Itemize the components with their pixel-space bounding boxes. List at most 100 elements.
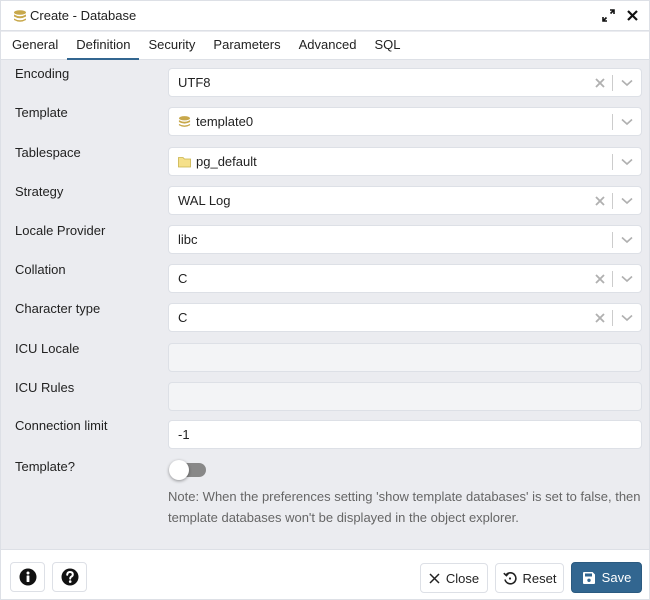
icu-rules-label: ICU Rules (15, 380, 75, 395)
encoding-label: Encoding (15, 66, 70, 81)
save-button[interactable]: Save (571, 562, 642, 593)
close-button-label: Close (445, 570, 480, 586)
template-label: Template (15, 105, 68, 120)
reset-button[interactable]: Reset (495, 563, 564, 593)
help-button[interactable] (52, 562, 87, 592)
tablespace-value: pg_default (196, 154, 257, 169)
separator (612, 74, 613, 91)
tab-definition[interactable]: Definition (67, 32, 140, 60)
clear-icon (595, 273, 605, 284)
separator (612, 113, 613, 130)
tab-advanced[interactable]: Advanced (290, 32, 366, 60)
save-icon (582, 571, 595, 584)
toggle-knob (169, 460, 189, 480)
encoding-dropdown-toggle[interactable] (617, 79, 637, 87)
reset-icon (502, 572, 517, 585)
strategy-label: Strategy (15, 184, 64, 199)
help-icon (61, 568, 78, 586)
collation-value: C (178, 271, 188, 286)
character-type-dropdown-toggle[interactable] (617, 314, 637, 322)
info-icon (19, 568, 36, 586)
close-icon (429, 572, 440, 584)
template-value: template0 (196, 114, 254, 129)
maximize-button[interactable] (601, 8, 615, 22)
reset-button-label: Reset (522, 570, 557, 586)
tablespace-dropdown-toggle[interactable] (617, 158, 637, 166)
icu-rules-row: ICU Rules (1, 376, 649, 411)
locale-provider-value: libc (178, 232, 198, 247)
folder-icon (178, 156, 191, 167)
chevron-down-icon (621, 118, 633, 125)
locale-provider-dropdown-toggle[interactable] (617, 236, 637, 244)
chevron-down-icon (621, 275, 633, 282)
icu-locale-label: ICU Locale (15, 341, 80, 356)
close-icon (626, 9, 638, 21)
clear-icon (595, 77, 605, 88)
dialog-titlebar[interactable]: Create - Database (1, 1, 649, 31)
collation-label: Collation (15, 262, 66, 277)
create-database-dialog: Create - Database General Definition Sec… (0, 0, 650, 600)
chevron-down-icon (621, 197, 633, 204)
dialog-footer: Close Reset Save (1, 549, 649, 599)
clear-icon (595, 195, 605, 206)
strategy-dropdown-toggle[interactable] (617, 197, 637, 205)
strategy-row: Strategy WAL Log (1, 180, 649, 215)
character-type-clear-button[interactable] (590, 312, 610, 323)
dialog-close-button[interactable] (625, 8, 639, 22)
is-template-label: Template? (15, 459, 75, 474)
is-template-row: Template? (1, 455, 649, 485)
character-type-label: Character type (15, 301, 101, 316)
connection-limit-input[interactable]: -1 (168, 420, 642, 449)
info-button[interactable] (10, 562, 45, 592)
character-type-row: Character type C (1, 297, 649, 332)
tablespace-value-wrap: pg_default (178, 154, 257, 169)
save-button-label: Save (601, 570, 632, 585)
template-row: Template template0 (1, 101, 649, 136)
chevron-down-icon (621, 158, 633, 165)
locale-provider-select[interactable]: libc (168, 225, 642, 254)
template-note: Note: When the preferences setting 'show… (168, 489, 641, 525)
database-icon (14, 9, 26, 22)
strategy-value: WAL Log (178, 193, 231, 208)
dialog-title: Create - Database (30, 8, 137, 23)
strategy-select[interactable]: WAL Log (168, 186, 642, 215)
tab-sql[interactable]: SQL (365, 32, 409, 60)
locale-provider-row: Locale Provider libc (1, 219, 649, 254)
chevron-down-icon (621, 314, 633, 321)
tablespace-label: Tablespace (15, 145, 81, 160)
connection-limit-row: Connection limit -1 (1, 414, 649, 449)
character-type-value: C (178, 310, 188, 325)
collation-clear-button[interactable] (590, 273, 610, 284)
character-type-select[interactable]: C (168, 303, 642, 332)
database-icon (178, 116, 191, 127)
tablespace-row: Tablespace pg_default (1, 141, 649, 176)
locale-provider-label: Locale Provider (15, 223, 106, 238)
encoding-row: Encoding UTF8 (1, 62, 649, 97)
encoding-value: UTF8 (178, 75, 211, 90)
collation-dropdown-toggle[interactable] (617, 275, 637, 283)
tab-general[interactable]: General (3, 32, 67, 60)
strategy-clear-button[interactable] (590, 195, 610, 206)
template-value-wrap: template0 (178, 114, 253, 129)
icu-rules-input[interactable] (168, 382, 642, 411)
tab-bar: General Definition Security Parameters A… (1, 32, 649, 60)
is-template-toggle[interactable] (169, 460, 206, 480)
collation-row: Collation C (1, 258, 649, 293)
tablespace-select[interactable]: pg_default (168, 147, 642, 176)
template-select[interactable]: template0 (168, 107, 642, 136)
separator (612, 192, 613, 209)
expand-icon (601, 8, 615, 22)
separator (612, 153, 613, 170)
collation-select[interactable]: C (168, 264, 642, 293)
icu-locale-input[interactable] (168, 343, 642, 372)
close-button[interactable]: Close (420, 563, 488, 593)
template-dropdown-toggle[interactable] (617, 118, 637, 126)
tab-parameters[interactable]: Parameters (204, 32, 289, 60)
chevron-down-icon (621, 79, 633, 86)
tab-security[interactable]: Security (139, 32, 204, 60)
icu-locale-row: ICU Locale (1, 337, 649, 372)
encoding-select[interactable]: UTF8 (168, 68, 642, 97)
chevron-down-icon (621, 236, 633, 243)
encoding-clear-button[interactable] (590, 77, 610, 88)
clear-icon (595, 312, 605, 323)
